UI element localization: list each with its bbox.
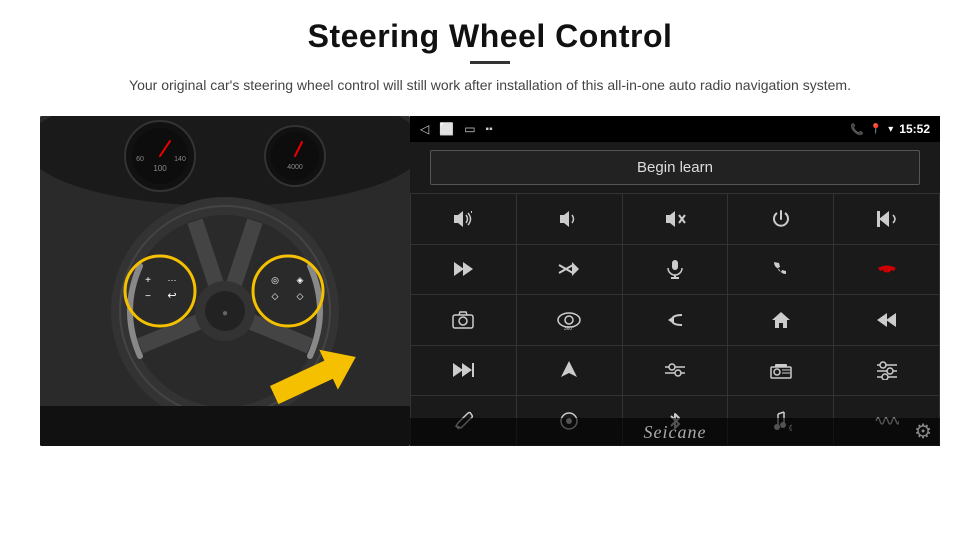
- content-area: 100 60 140 4000: [40, 116, 940, 544]
- seicane-logo: Seicane: [644, 422, 707, 443]
- car-image-section: 100 60 140 4000: [40, 116, 410, 446]
- back-nav-icon[interactable]: ◁: [420, 122, 429, 136]
- status-bar-info: 📞 📍 ▾ 15:52: [850, 122, 930, 136]
- branding-bar: Seicane: [410, 418, 940, 446]
- ctrl-sliders[interactable]: [834, 346, 939, 395]
- page-wrapper: Steering Wheel Control Your original car…: [0, 0, 980, 544]
- ctrl-mic[interactable]: [623, 245, 728, 294]
- ctrl-prev-call[interactable]: [834, 194, 939, 243]
- svg-text:◈: ◈: [297, 275, 304, 285]
- gear-icon[interactable]: ⚙: [914, 421, 932, 443]
- ctrl-shuffle[interactable]: [517, 245, 622, 294]
- svg-text:−: −: [145, 291, 151, 302]
- ctrl-fast-forward[interactable]: [411, 346, 516, 395]
- status-bar-nav: ◁ ⬜ ▭ ▪▪: [420, 122, 493, 136]
- begin-learn-area: Begin learn: [410, 142, 940, 193]
- subtitle: Your original car's steering wheel contr…: [129, 74, 851, 96]
- status-bar: ◁ ⬜ ▭ ▪▪ 📞 📍 ▾ 15:52: [410, 116, 940, 142]
- ctrl-360[interactable]: 360°: [517, 295, 622, 344]
- page-title: Steering Wheel Control: [129, 18, 851, 55]
- svg-text:⋯: ⋯: [168, 275, 177, 285]
- svg-text:100: 100: [153, 164, 167, 173]
- ctrl-mute[interactable]: [623, 194, 728, 243]
- recents-nav-icon[interactable]: ▭: [464, 122, 475, 136]
- svg-text:↩: ↩: [167, 290, 176, 302]
- time-display: 15:52: [899, 122, 930, 136]
- location-status-icon: 📍: [870, 124, 882, 135]
- title-section: Steering Wheel Control Your original car…: [129, 18, 851, 108]
- car-image-canvas: 100 60 140 4000: [40, 116, 410, 446]
- svg-text:◇: ◇: [297, 291, 304, 301]
- ctrl-vol-up[interactable]: [411, 194, 516, 243]
- svg-text:4000: 4000: [287, 164, 303, 171]
- ctrl-skip-back[interactable]: [834, 295, 939, 344]
- svg-text:●: ●: [222, 308, 228, 319]
- gear-icon-container[interactable]: ⚙: [914, 419, 932, 444]
- svg-text:+: +: [145, 275, 151, 286]
- ctrl-radio[interactable]: [728, 346, 833, 395]
- ctrl-phone-answer[interactable]: [728, 245, 833, 294]
- home-nav-icon[interactable]: ⬜: [439, 122, 454, 136]
- title-divider: [470, 61, 510, 64]
- svg-text:360°: 360°: [564, 326, 574, 331]
- svg-text:140: 140: [174, 156, 186, 163]
- ctrl-eq[interactable]: [623, 346, 728, 395]
- ctrl-power[interactable]: [728, 194, 833, 243]
- svg-text:◎: ◎: [271, 275, 279, 285]
- ctrl-next-track[interactable]: [411, 245, 516, 294]
- control-grid: 360°: [410, 193, 940, 446]
- phone-status-icon: 📞: [850, 123, 864, 136]
- begin-learn-button[interactable]: Begin learn: [430, 150, 920, 185]
- signal-icon: ▪▪: [486, 124, 493, 135]
- ctrl-home[interactable]: [728, 295, 833, 344]
- ctrl-back[interactable]: [623, 295, 728, 344]
- ctrl-vol-down[interactable]: [517, 194, 622, 243]
- ctrl-phone-end[interactable]: [834, 245, 939, 294]
- svg-text:60: 60: [136, 156, 144, 163]
- svg-text:◇: ◇: [272, 291, 279, 301]
- ctrl-navigation[interactable]: [517, 346, 622, 395]
- ctrl-camera[interactable]: [411, 295, 516, 344]
- wifi-status-icon: ▾: [888, 124, 893, 135]
- android-screen: ◁ ⬜ ▭ ▪▪ 📞 📍 ▾ 15:52 Begin learn: [410, 116, 940, 446]
